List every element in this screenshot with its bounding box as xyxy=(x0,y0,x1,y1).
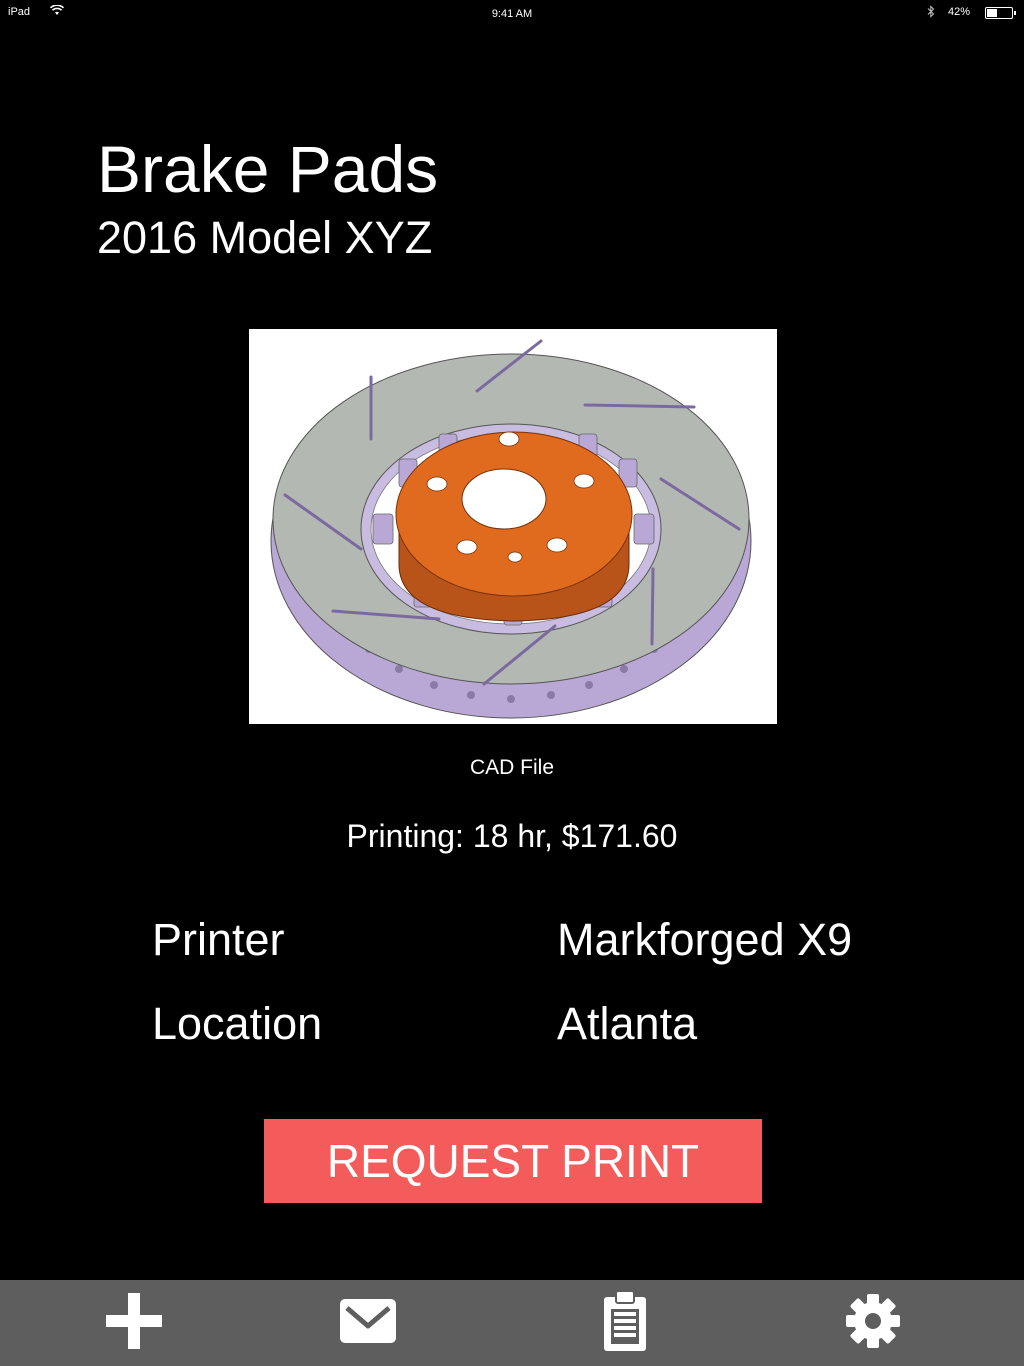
tab-bar xyxy=(0,1280,1024,1366)
clock: 9:41 AM xyxy=(491,8,533,20)
status-bar: iPad 9:41 AM 42% xyxy=(0,0,1024,28)
location-label: Location xyxy=(152,998,323,1049)
printing-summary: Printing: 18 hr, $171.60 xyxy=(346,818,678,854)
printer-value: Markforged X9 xyxy=(557,914,853,965)
location-value: Atlanta xyxy=(557,998,698,1049)
printer-label: Printer xyxy=(152,914,285,965)
cad-file-caption: CAD File xyxy=(469,756,554,779)
tab-add[interactable] xyxy=(94,1288,174,1358)
tab-settings[interactable] xyxy=(833,1288,913,1358)
tab-orders[interactable] xyxy=(585,1288,665,1358)
tab-messages[interactable] xyxy=(328,1288,408,1358)
cad-preview-image[interactable] xyxy=(249,329,777,724)
gear-icon xyxy=(845,1293,901,1354)
mail-icon xyxy=(338,1297,398,1350)
bluetooth-icon xyxy=(927,5,935,21)
part-subtitle: 2016 Model XYZ xyxy=(97,212,433,263)
part-title: Brake Pads xyxy=(97,132,439,206)
battery-icon xyxy=(985,7,1016,19)
request-print-button[interactable]: REQUEST PRINT xyxy=(264,1119,762,1203)
clipboard-icon xyxy=(601,1289,649,1358)
plus-icon xyxy=(104,1291,164,1356)
battery-percent: 42% xyxy=(948,6,971,18)
